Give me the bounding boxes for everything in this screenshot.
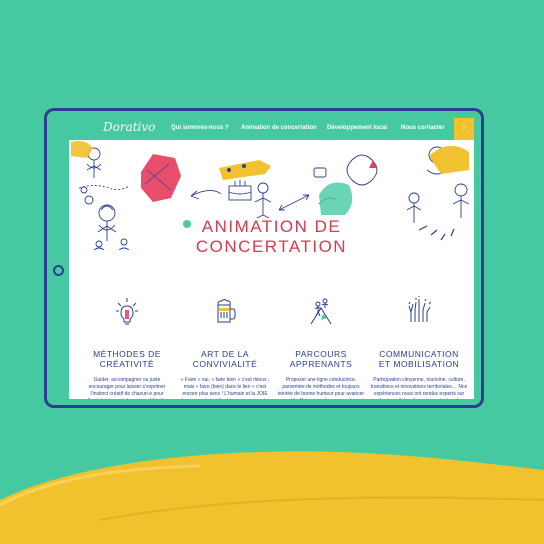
feature-card-conviviality[interactable]: ART DE LA CONVIVIALITÉ « Faire » oui, « … <box>179 296 271 399</box>
nav-item-local-development[interactable]: Développement local <box>327 125 387 131</box>
tablet-screen: Dorativo Qui sommes-nous ? Animation de … <box>69 118 474 399</box>
lightbulb-icon <box>116 298 138 325</box>
feature-description: Guider, accompagner ou juste encourager … <box>88 377 166 399</box>
feature-title-line-1: ART DE LA <box>200 349 250 359</box>
feature-card-creativity[interactable]: MÉTHODES DE CRÉATIVITÉ Guider, accompagn… <box>81 296 173 399</box>
nav-item-contact[interactable]: Nous contacter <box>401 125 445 131</box>
climbers-icon <box>310 298 332 325</box>
nav-item-about[interactable]: Qui sommes-nous ? <box>171 125 229 131</box>
feature-title-line-1: COMMUNICATION <box>379 349 459 359</box>
page-title-line-2: CONCERTATION <box>195 237 348 256</box>
feature-title-line-1: PARCOURS <box>295 349 347 359</box>
raised-hands-icon <box>408 296 431 322</box>
feature-card-learning-paths[interactable]: PARCOURS APPRENANTS Proposer une ligne c… <box>275 296 367 399</box>
feature-description: Proposer une ligne conductrice, parsemée… <box>276 377 367 399</box>
feature-title-line-2: CRÉATIVITÉ <box>99 359 155 369</box>
beer-mug-icon <box>217 299 236 323</box>
feature-card-communication[interactable]: COMMUNICATION ET MOBILISATION Participat… <box>369 296 469 399</box>
feature-description: Participation citoyenne, tourisme, cultu… <box>370 377 468 399</box>
site-logo[interactable]: Dorativo <box>103 120 155 134</box>
feature-title-line-2: APPRENANTS <box>289 359 353 369</box>
feature-title-line-1: MÉTHODES DE <box>93 349 161 359</box>
feature-title-line-2: CONVIVIALITÉ <box>192 359 258 369</box>
page-title-line-1: ANIMATION DE <box>201 217 342 236</box>
feature-description: « Faire » oui, « faire bien » c'est mieu… <box>180 377 270 399</box>
top-navbar: Dorativo Qui sommes-nous ? Animation de … <box>69 118 474 140</box>
feature-title-line-2: ET MOBILISATION <box>378 359 460 369</box>
tablet-home-button[interactable] <box>53 265 64 276</box>
nav-corner-tab[interactable]: I <box>454 118 474 140</box>
nav-item-animation[interactable]: Animation de concertation <box>241 125 317 131</box>
